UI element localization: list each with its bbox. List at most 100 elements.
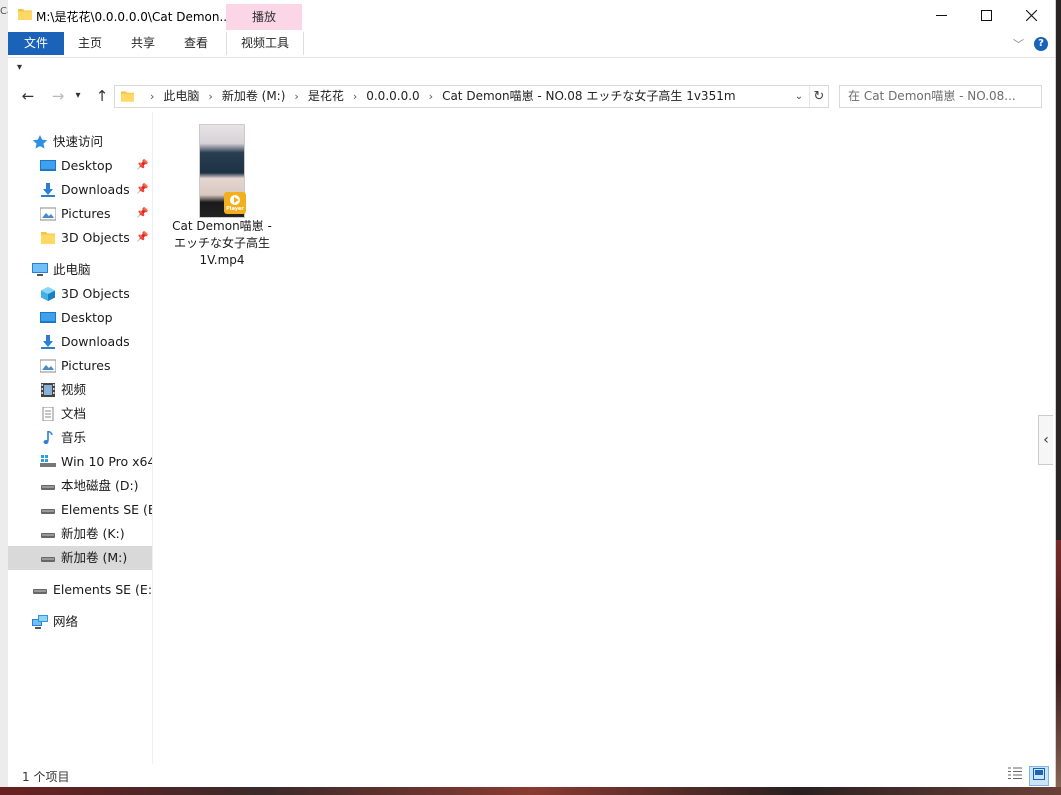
desktop-icon	[40, 160, 56, 171]
nav-label: 文档	[61, 406, 87, 421]
nav-this-pc[interactable]: 此电脑	[8, 258, 152, 282]
music-icon	[43, 431, 53, 444]
nav-item-videos[interactable]: 视频	[8, 378, 152, 402]
nav-item-drive-k[interactable]: 新加卷 (K:)	[8, 522, 152, 546]
tab-view[interactable]: 查看	[172, 32, 220, 55]
nav-item-drive-m[interactable]: 新加卷 (M:)	[8, 546, 152, 570]
tab-file[interactable]: 文件	[8, 32, 64, 55]
nav-label: Pictures	[61, 358, 111, 373]
search-box[interactable]	[839, 85, 1042, 108]
folder-icon	[18, 9, 32, 20]
nav-item-music[interactable]: 音乐	[8, 426, 152, 450]
details-view-button[interactable]	[1006, 766, 1024, 784]
nav-label: 此电脑	[53, 262, 91, 277]
minimize-icon	[935, 14, 947, 16]
details-pane-toggle[interactable]: ‹	[1038, 415, 1053, 465]
tab-video-tools[interactable]: 视频工具	[226, 32, 304, 55]
maximize-button[interactable]	[963, 0, 1009, 30]
nav-item-3d-objects[interactable]: 3D Objects 📌	[8, 226, 152, 250]
nav-item-drive-c[interactable]: Win 10 Pro x64	[8, 450, 152, 474]
pin-icon[interactable]: 📌	[136, 178, 148, 202]
drive-icon	[41, 509, 55, 514]
title-bar: M:\是花花\0.0.0.0.0\Cat Demon... 播放	[8, 0, 1055, 30]
breadcrumb-separator[interactable]: ›	[150, 90, 154, 103]
help-icon[interactable]: ?	[1034, 37, 1048, 51]
forward-button[interactable]: →	[48, 86, 68, 106]
breadcrumb-item[interactable]: 此电脑	[163, 89, 199, 103]
explorer-window: M:\是花花\0.0.0.0.0\Cat Demon... 播放 文件 主页 共…	[8, 0, 1056, 787]
download-icon	[41, 335, 55, 349]
nav-label: 网络	[53, 614, 79, 629]
back-button[interactable]: ←	[18, 86, 38, 106]
nav-item-drive-d[interactable]: 本地磁盘 (D:)	[8, 474, 152, 498]
status-bar: 1 个项目	[8, 764, 1055, 787]
nav-item-downloads[interactable]: Downloads 📌	[8, 178, 152, 202]
tab-share[interactable]: 共享	[119, 32, 167, 55]
nav-item-pictures-pc[interactable]: Pictures	[8, 354, 152, 378]
quick-access-toolbar: ▾	[8, 58, 1055, 80]
nav-item-desktop-pc[interactable]: Desktop	[8, 306, 152, 330]
search-input[interactable]	[840, 86, 1038, 105]
large-icons-view-icon	[1033, 768, 1045, 780]
drive-icon	[41, 557, 55, 562]
nav-item-downloads-pc[interactable]: Downloads	[8, 330, 152, 354]
file-item[interactable]: Player Cat Demon喵崽 - エッチな女子高生 1V.mp4	[172, 122, 272, 272]
breadcrumb-item[interactable]: 0.0.0.0.0	[366, 89, 419, 103]
background-desktop: Ca	[0, 0, 13, 795]
minimize-button[interactable]	[918, 0, 964, 30]
window-title: M:\是花花\0.0.0.0.0\Cat Demon...	[36, 10, 231, 24]
video-icon	[41, 383, 55, 397]
nav-item-3d-objects-pc[interactable]: 3D Objects	[8, 282, 152, 306]
large-icons-view-button[interactable]	[1029, 766, 1049, 786]
nav-label: Desktop	[61, 158, 113, 173]
computer-icon	[32, 263, 48, 276]
address-history-icon[interactable]: ⌄	[791, 86, 807, 107]
nav-item-desktop[interactable]: Desktop 📌	[8, 154, 152, 178]
up-button[interactable]: ↑	[92, 86, 112, 106]
nav-item-elements-se[interactable]: Elements SE (E:)	[8, 578, 152, 602]
refresh-icon[interactable]: ↻	[809, 86, 828, 107]
background-taskbar-strip	[0, 787, 1061, 795]
breadcrumb-separator[interactable]: ›	[208, 90, 212, 103]
nav-item-network[interactable]: 网络	[8, 610, 152, 634]
nav-label: Elements SE (E:)	[53, 582, 153, 597]
customize-toolbar-icon[interactable]: ▾	[17, 62, 22, 73]
breadcrumb-separator[interactable]: ›	[294, 90, 298, 103]
nav-item-drive-e[interactable]: Elements SE (E:	[8, 498, 152, 522]
file-list: Player Cat Demon喵崽 - エッチな女子高生 1V.mp4	[168, 112, 1044, 764]
breadcrumb-separator[interactable]: ›	[429, 90, 433, 103]
breadcrumb-item[interactable]: 是花花	[308, 89, 344, 103]
breadcrumb-item[interactable]: Cat Demon喵崽 - NO.08 エッチな女子高生 1v351m	[442, 89, 735, 103]
pictures-icon	[40, 359, 56, 373]
maximize-icon	[980, 9, 992, 21]
pin-icon[interactable]: 📌	[136, 202, 148, 226]
close-button[interactable]	[1008, 0, 1054, 30]
nav-label: Desktop	[61, 310, 113, 325]
drive-icon	[41, 485, 55, 490]
recent-locations-icon[interactable]: ▾	[72, 86, 84, 106]
pin-icon[interactable]: 📌	[136, 154, 148, 178]
nav-item-documents[interactable]: 文档	[8, 402, 152, 426]
document-icon	[42, 407, 54, 421]
network-icon	[32, 615, 48, 629]
details-view-icon	[1008, 767, 1022, 779]
nav-item-pictures[interactable]: Pictures 📌	[8, 202, 152, 226]
desktop-icon	[40, 312, 56, 323]
expand-ribbon-icon[interactable]: ﹀	[1013, 36, 1024, 52]
download-icon	[41, 183, 55, 197]
close-icon	[1025, 9, 1037, 21]
drive-icon	[33, 589, 47, 594]
tab-home[interactable]: 主页	[66, 32, 114, 55]
folder-icon	[41, 232, 55, 244]
contextual-tab-header[interactable]: 播放	[226, 4, 302, 30]
nav-quick-access[interactable]: 快速访问	[8, 130, 152, 154]
breadcrumb-separator[interactable]: ›	[353, 90, 357, 103]
folder-icon	[121, 91, 134, 102]
pin-icon[interactable]: 📌	[136, 226, 148, 250]
player-app-icon: Player	[224, 192, 246, 214]
ribbon-tabs: 文件 主页 共享 查看 视频工具 ﹀ ?	[8, 30, 1055, 58]
breadcrumb-item[interactable]: 新加卷 (M:)	[222, 89, 286, 103]
nav-label: Elements SE (E:	[61, 502, 153, 517]
address-bar[interactable]: › 此电脑 › 新加卷 (M:) › 是花花 › 0.0.0.0.0 › Cat Demon喵崽 …	[114, 85, 829, 108]
nav-label: 新加卷 (K:)	[61, 526, 125, 541]
